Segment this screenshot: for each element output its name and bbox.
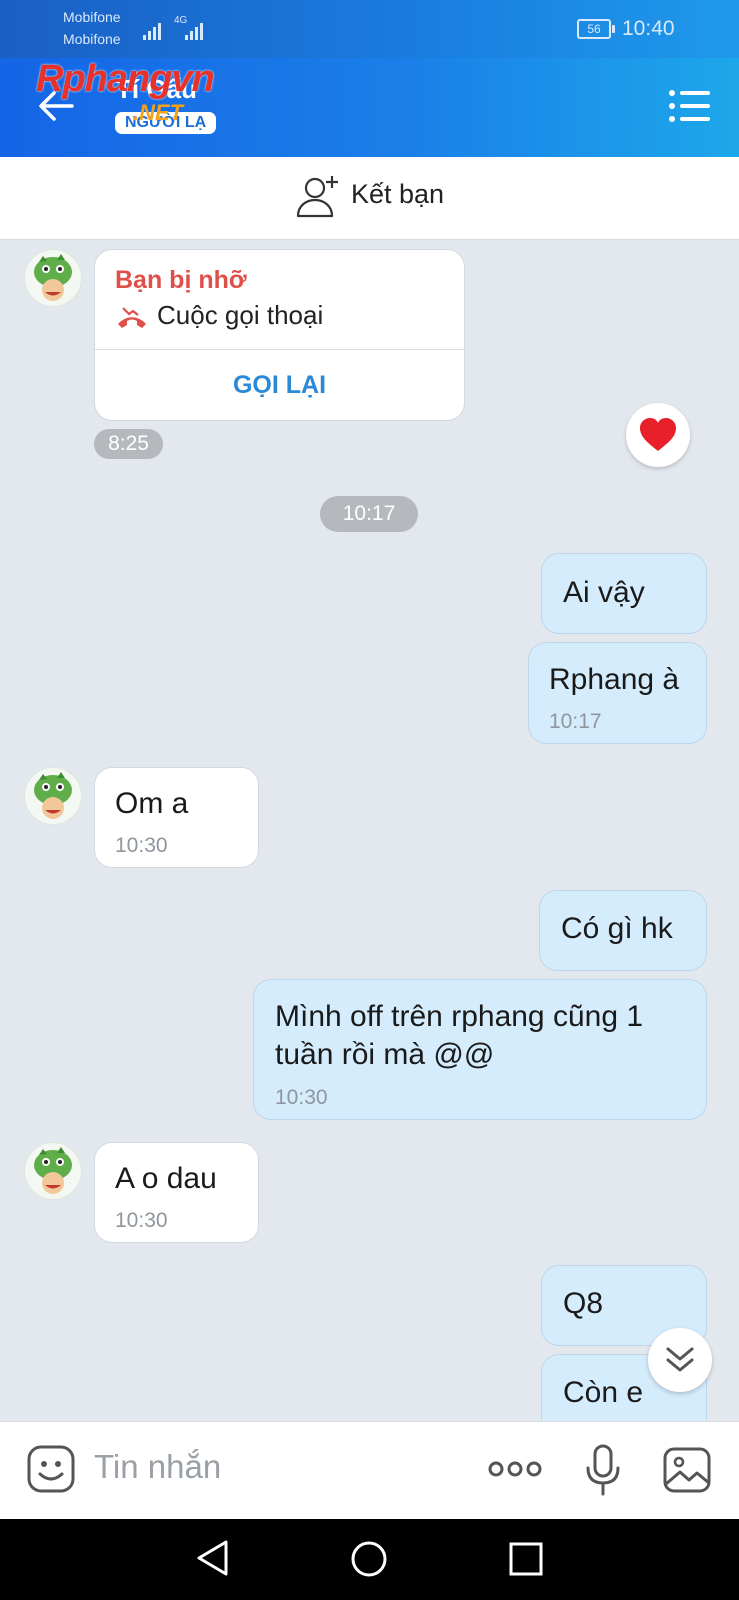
nav-recents-icon[interactable] (509, 1542, 543, 1580)
signal-icon-2 (185, 20, 203, 40)
chat-header: Tí Gấu NGƯỜI LẠ Rphangvn .NET (0, 58, 739, 157)
message-time: 10:30 (115, 1209, 168, 1232)
message-bubble[interactable]: Rphang à 10:17 (528, 642, 707, 744)
reaction-button[interactable] (626, 403, 690, 467)
system-nav-bar (0, 1519, 739, 1600)
add-friend-label[interactable]: Kết bạn (351, 179, 444, 210)
message-time: 10:30 (275, 1086, 328, 1109)
carrier-2: Mobifone (63, 31, 121, 47)
call-back-button[interactable]: GỌI LẠI (95, 371, 464, 400)
missed-call-type: Cuộc gọi thoại (157, 300, 324, 330)
emoji-icon[interactable] (26, 1444, 76, 1494)
avatar[interactable] (24, 1142, 82, 1200)
message-input-bar: Tin nhắn (0, 1421, 739, 1520)
signal-icon (143, 20, 161, 40)
message-bubble[interactable]: Mình off trên rphang cũng 1 tuần rồi mà … (253, 979, 707, 1120)
missed-call-icon (115, 305, 149, 329)
message-text: Còn e (563, 1376, 644, 1409)
more-options-icon[interactable] (487, 1457, 543, 1481)
message-text: A o dau (115, 1162, 217, 1195)
watermark-logo-sub: .NET (133, 100, 184, 125)
add-person-icon (295, 174, 343, 218)
message-bubble[interactable]: Ai vậy (541, 553, 707, 634)
message-time: 8:25 (94, 429, 163, 459)
watermark-logo: Rphangvn (36, 58, 215, 100)
avatar[interactable] (24, 249, 82, 307)
time-separator: 10:17 (320, 496, 418, 532)
message-text: Q8 (563, 1287, 604, 1320)
message-time: 10:30 (115, 834, 168, 857)
message-bubble[interactable]: A o dau 10:30 (94, 1142, 259, 1243)
heart-icon (639, 418, 677, 456)
message-text: Có gì hk (561, 912, 673, 945)
card-divider (95, 349, 464, 350)
microphone-icon[interactable] (583, 1443, 623, 1497)
nav-back-icon[interactable] (194, 1538, 230, 1582)
double-chevron-down-icon (664, 1344, 696, 1380)
nav-home-icon[interactable] (350, 1540, 388, 1582)
message-text: Mình off trên rphang cũng 1 tuần rồi mà … (275, 1000, 644, 1071)
battery-icon: 56 (577, 19, 615, 39)
scroll-to-bottom-button[interactable] (648, 1328, 712, 1392)
message-bubble[interactable]: Om a 10:30 (94, 767, 259, 868)
status-bar: Mobifone Mobifone 4G 56 10:40 (0, 0, 739, 58)
clock: 10:40 (622, 17, 675, 40)
missed-call-card: Bạn bị nhỡ Cuộc gọi thoại GỌI LẠI (94, 249, 465, 421)
missed-call-title: Bạn bị nhỡ (115, 266, 247, 294)
message-text: Rphang à (549, 663, 680, 696)
list-menu-icon[interactable] (668, 88, 712, 124)
avatar[interactable] (24, 767, 82, 825)
image-icon[interactable] (662, 1446, 712, 1494)
add-friend-bar[interactable]: Kết bạn (0, 157, 739, 240)
message-text: Ai vậy (563, 576, 645, 609)
carrier-1: Mobifone (63, 9, 121, 25)
message-text: Om a (115, 787, 189, 820)
message-input[interactable]: Tin nhắn (94, 1448, 221, 1486)
message-bubble[interactable]: Có gì hk (539, 890, 707, 971)
message-time: 10:17 (549, 710, 602, 733)
